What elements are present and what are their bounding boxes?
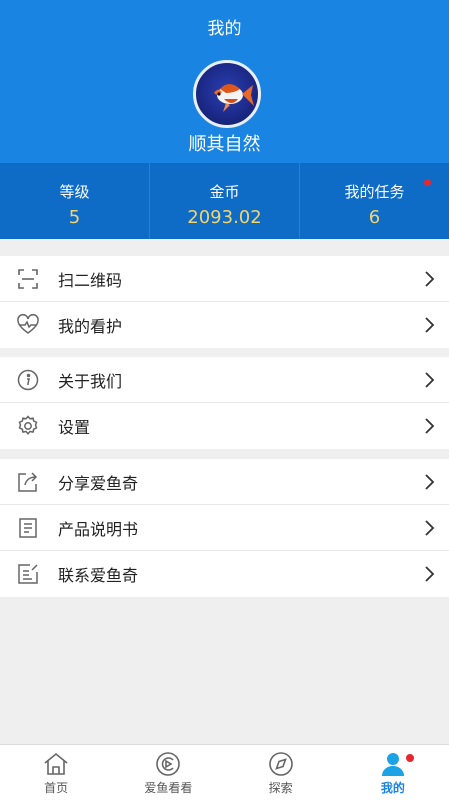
gear-icon bbox=[14, 412, 42, 440]
menu-item-my-care[interactable]: 我的看护 bbox=[0, 302, 449, 348]
goldfish-avatar-icon bbox=[214, 84, 254, 112]
stat-coins[interactable]: 金币 2093.02 bbox=[149, 163, 299, 239]
camera-play-icon bbox=[156, 752, 181, 776]
menu-item-contact[interactable]: 联系爱鱼奇 bbox=[0, 551, 449, 597]
compass-icon bbox=[268, 752, 293, 776]
menu-item-about-us[interactable]: 关于我们 bbox=[0, 357, 449, 403]
tab-fish-watch[interactable]: 爱鱼看看 bbox=[112, 745, 224, 800]
profile-header: 我的 顺其自然 bbox=[0, 0, 449, 163]
scan-qr-icon bbox=[14, 265, 42, 293]
stat-tasks[interactable]: 我的任务 6 bbox=[299, 163, 449, 239]
chevron-right-icon bbox=[425, 317, 435, 333]
menu-item-scan-qr[interactable]: 扫二维码 bbox=[0, 256, 449, 302]
chevron-right-icon bbox=[425, 372, 435, 388]
tab-fish-watch-label: 爱鱼看看 bbox=[144, 781, 193, 795]
tab-home[interactable]: 首页 bbox=[0, 745, 112, 800]
bottom-tab-bar: 首页 爱鱼看看 探索 我的 bbox=[0, 744, 449, 800]
menu-group-2: 关于我们 设置 bbox=[0, 357, 449, 449]
stat-level-label: 等级 bbox=[59, 183, 90, 201]
tab-home-label: 首页 bbox=[44, 781, 69, 795]
user-icon bbox=[381, 753, 404, 776]
menu-item-label: 扫二维码 bbox=[58, 270, 123, 290]
chevron-right-icon bbox=[425, 520, 435, 536]
menu-item-settings[interactable]: 设置 bbox=[0, 403, 449, 449]
menu-item-label: 设置 bbox=[58, 418, 91, 437]
chevron-right-icon bbox=[425, 566, 435, 582]
stat-level[interactable]: 等级 5 bbox=[0, 163, 149, 239]
tab-mine-label: 我的 bbox=[380, 781, 405, 795]
menu-item-label: 产品说明书 bbox=[58, 519, 139, 539]
menu-group-3: 分享爱鱼奇 产品说明书 联系爱鱼奇 bbox=[0, 459, 449, 597]
notification-dot bbox=[424, 179, 431, 186]
page-title: 我的 bbox=[207, 19, 242, 39]
username: 顺其自然 bbox=[188, 134, 261, 155]
chevron-right-icon bbox=[425, 271, 435, 287]
contact-icon bbox=[14, 560, 42, 588]
menu-item-label: 分享爱鱼奇 bbox=[58, 473, 139, 493]
notification-dot bbox=[405, 754, 414, 762]
share-icon bbox=[14, 468, 42, 496]
manual-icon bbox=[14, 514, 42, 542]
tab-mine[interactable]: 我的 bbox=[337, 745, 449, 800]
chevron-right-icon bbox=[425, 474, 435, 490]
stat-level-value: 5 bbox=[68, 207, 81, 228]
chevron-right-icon bbox=[425, 418, 435, 434]
info-icon bbox=[14, 366, 42, 394]
menu-item-manual[interactable]: 产品说明书 bbox=[0, 505, 449, 551]
stat-tasks-value: 6 bbox=[368, 207, 381, 228]
home-icon bbox=[44, 752, 68, 775]
menu-item-label: 我的看护 bbox=[58, 317, 123, 336]
heart-pulse-icon bbox=[14, 311, 42, 339]
stat-coins-label: 金币 bbox=[209, 183, 240, 201]
stats-bar: 等级 5 金币 2093.02 我的任务 6 bbox=[0, 163, 449, 239]
menu-item-label: 关于我们 bbox=[58, 371, 123, 391]
menu-item-share[interactable]: 分享爱鱼奇 bbox=[0, 459, 449, 505]
stat-coins-value: 2093.02 bbox=[187, 207, 262, 228]
menu-group-1: 扫二维码 我的看护 bbox=[0, 256, 449, 348]
avatar[interactable] bbox=[193, 60, 261, 128]
tab-explore[interactable]: 探索 bbox=[225, 745, 337, 800]
menu-item-label: 联系爱鱼奇 bbox=[58, 566, 139, 585]
tab-explore-label: 探索 bbox=[268, 781, 293, 795]
